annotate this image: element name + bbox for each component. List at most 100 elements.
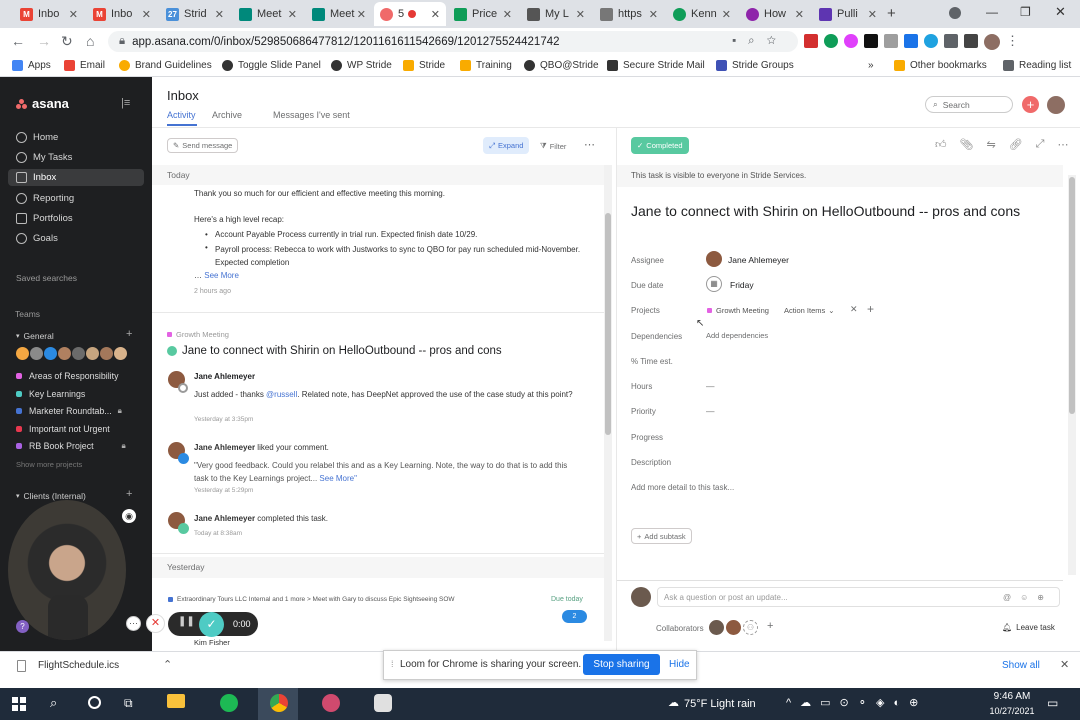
scrollbar-thumb[interactable] xyxy=(605,213,611,435)
notification-icon[interactable]: ▭ xyxy=(1047,696,1058,710)
attachment-icon[interactable]: 📎︎ xyxy=(960,138,974,151)
back-icon[interactable]: ← xyxy=(11,33,25,49)
mention-link[interactable]: @russell xyxy=(266,390,297,399)
section-dropdown[interactable]: Action Items ⌄ xyxy=(784,306,835,315)
project-key-learnings[interactable]: Key Learnings xyxy=(16,389,85,399)
team-member-avatars[interactable] xyxy=(16,347,127,360)
browser-tab[interactable]: Pulli ✕ xyxy=(813,2,883,26)
url-field[interactable]: 🔒︎ app.asana.com/0/inbox/529850686477812/… xyxy=(108,31,798,52)
hours-value[interactable]: — xyxy=(706,381,715,391)
home-icon[interactable]: ⌂ xyxy=(86,33,94,49)
project-important-not-urgent[interactable]: Important not Urgent xyxy=(16,424,110,434)
file-explorer-icon[interactable] xyxy=(167,694,185,708)
browser-tab[interactable]: M Inbo ✕ xyxy=(14,2,84,26)
close-tab-icon[interactable]: ✕ xyxy=(576,8,585,21)
card-task-title[interactable]: Jane to connect with Shirin on HelloOutb… xyxy=(182,345,502,357)
chrome-icon[interactable] xyxy=(270,694,288,712)
camera-toggle-icon[interactable]: ◉ xyxy=(122,509,136,523)
bookmark-brand-guidelines[interactable]: Brand Guidelines xyxy=(119,60,212,71)
nav-goals[interactable]: Goals xyxy=(16,233,58,244)
nav-inbox[interactable]: Inbox xyxy=(16,172,56,183)
restore-icon[interactable]: ❐ xyxy=(1020,5,1031,19)
add-dependencies-link[interactable]: Add dependencies xyxy=(706,331,768,340)
extension-icon[interactable] xyxy=(844,34,858,48)
hide-banner-button[interactable]: Hide xyxy=(669,659,690,670)
close-tab-icon[interactable]: ✕ xyxy=(215,8,224,21)
bookmark-other[interactable]: Other bookmarks xyxy=(894,60,987,71)
subtask-icon[interactable]: ⇋ xyxy=(986,138,995,151)
puzzle-icon[interactable] xyxy=(944,34,958,48)
bookmark-stride[interactable]: Stride xyxy=(403,60,445,71)
browser-tab[interactable]: M Inbo ✕ xyxy=(87,2,157,26)
add-project-icon[interactable]: + xyxy=(126,488,132,500)
spotify-icon[interactable] xyxy=(220,694,238,712)
project-areas-of-responsibility[interactable]: Areas of Responsibility xyxy=(16,371,118,381)
link-icon[interactable]: 🔗︎ xyxy=(1009,138,1023,151)
quick-add-button[interactable]: + xyxy=(1022,96,1039,113)
close-tab-icon[interactable]: ✕ xyxy=(868,8,877,21)
chevron-up-icon[interactable]: ⌃ xyxy=(163,658,172,671)
detail-scrollbar-thumb[interactable] xyxy=(1069,177,1075,414)
filter-button[interactable]: ⧩ Filter xyxy=(540,141,566,151)
assignee-value[interactable]: Jane Ahlemeyer xyxy=(728,255,789,265)
more-bookmarks-icon[interactable]: » xyxy=(868,60,874,71)
tab-search-icon[interactable] xyxy=(949,7,961,19)
browser-tab-active[interactable]: 5 ✕ xyxy=(374,2,446,26)
team-clients-internal[interactable]: ▾ Clients (Internal) xyxy=(16,491,86,501)
send-message-button[interactable]: ✎ Send message xyxy=(167,138,239,153)
minimize-icon[interactable]: — xyxy=(986,5,998,19)
user-avatar[interactable] xyxy=(1047,96,1065,114)
extension-icon[interactable] xyxy=(964,34,978,48)
finish-recording-icon[interactable]: ✓ xyxy=(199,612,224,637)
browser-tab[interactable]: https ✕ xyxy=(594,2,664,26)
bookmark-email[interactable]: Email xyxy=(64,60,105,71)
extension-icon[interactable] xyxy=(824,34,838,48)
browser-tab[interactable]: Meet ✕ xyxy=(233,2,303,26)
asana-logo[interactable]: asana xyxy=(16,96,69,111)
more-icon[interactable]: ⋯ xyxy=(126,616,141,631)
extension-icon[interactable] xyxy=(864,34,878,48)
add-project-icon[interactable]: + xyxy=(126,328,132,340)
tab-messages-sent[interactable]: Messages I've sent xyxy=(273,110,350,120)
add-subtask-button[interactable]: + Add subtask xyxy=(631,528,692,544)
reading-list[interactable]: Reading list xyxy=(1003,60,1071,71)
project-rb-book[interactable]: RB Book Project 🔒︎ xyxy=(16,441,126,451)
project-chip[interactable]: Growth Meeting xyxy=(707,306,769,315)
browser-tab[interactable]: My L ✕ xyxy=(521,2,591,26)
comment-input[interactable]: Ask a question or post an update... @☺⊕ xyxy=(657,587,1060,607)
extension-icon[interactable] xyxy=(884,34,898,48)
bookmark-wp-stride[interactable]: WP Stride xyxy=(331,60,392,71)
close-tab-icon[interactable]: ✕ xyxy=(288,8,297,21)
browser-tab[interactable]: How ✕ xyxy=(740,2,810,26)
profile-avatar[interactable] xyxy=(984,34,1000,50)
see-more-link[interactable]: See More xyxy=(204,271,239,280)
priority-value[interactable]: — xyxy=(706,406,715,416)
bookmark-stride-groups[interactable]: Stride Groups xyxy=(716,60,794,71)
browser-tab[interactable]: Meet ✕ xyxy=(306,2,372,26)
bookmark-training[interactable]: Training xyxy=(460,60,512,71)
extension-icon[interactable] xyxy=(924,34,938,48)
bookmark-secure-mail[interactable]: Secure Stride Mail xyxy=(607,60,705,71)
close-tab-icon[interactable]: ✕ xyxy=(722,8,731,21)
webcam-bubble[interactable] xyxy=(8,500,126,640)
clock-time[interactable]: 9:46 AM xyxy=(986,691,1038,702)
close-tab-icon[interactable]: ✕ xyxy=(142,8,151,21)
search-input[interactable]: ⌕ Search xyxy=(925,96,1013,113)
nav-home[interactable]: Home xyxy=(16,132,58,143)
close-tab-icon[interactable]: ✕ xyxy=(795,8,804,21)
app-icon[interactable] xyxy=(374,694,392,712)
drag-handle-icon[interactable]: ⁞ xyxy=(391,659,394,669)
tab-activity[interactable]: Activity xyxy=(167,110,196,120)
download-filename[interactable]: FlightSchedule.ics xyxy=(38,660,119,671)
extension-icon[interactable] xyxy=(804,34,818,48)
stop-sharing-button[interactable]: Stop sharing xyxy=(583,654,660,675)
mark-complete-button[interactable]: ✓ Completed xyxy=(631,137,689,154)
extension-icon[interactable] xyxy=(904,34,918,48)
close-tab-icon[interactable]: ✕ xyxy=(69,8,78,21)
reload-icon[interactable]: ↻ xyxy=(61,33,73,50)
help-icon[interactable]: ? xyxy=(16,620,29,633)
see-more-link[interactable]: See More" xyxy=(319,474,357,483)
bookmark-toggle-slide-panel[interactable]: Toggle Slide Panel xyxy=(222,60,321,71)
forward-icon[interactable]: → xyxy=(37,33,51,49)
like-icon[interactable]: 👍︎ xyxy=(935,138,947,151)
